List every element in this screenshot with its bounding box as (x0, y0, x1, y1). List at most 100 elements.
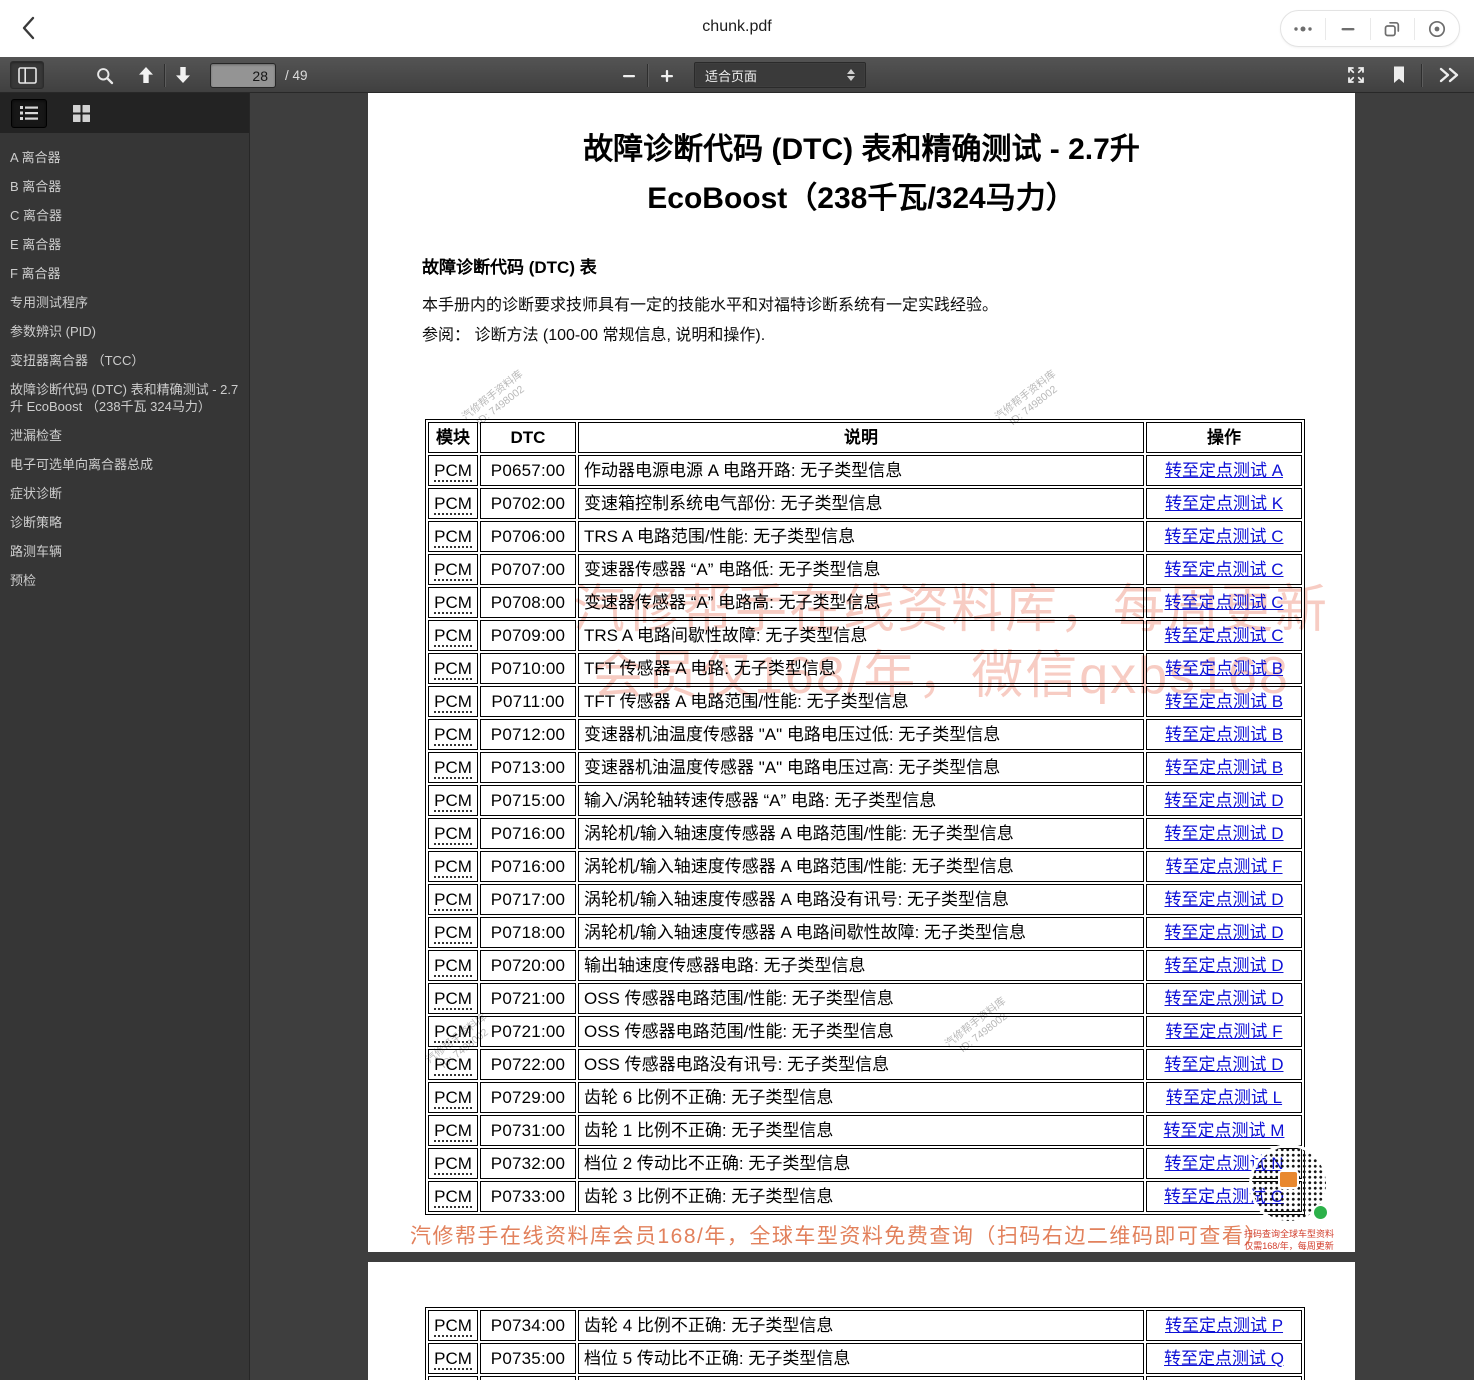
pinpoint-test-link[interactable]: 转至定点测试 D (1165, 1055, 1284, 1074)
pinpoint-test-link[interactable]: 转至定点测试 C (1165, 593, 1284, 612)
zoom-out-button[interactable] (619, 67, 639, 84)
divider (1421, 64, 1422, 87)
module-link[interactable]: PCM (434, 725, 472, 746)
module-link[interactable]: PCM (434, 956, 472, 977)
qr-center-logo (1278, 1170, 1299, 1189)
pinpoint-test-link[interactable]: 转至定点测试 D (1165, 890, 1284, 909)
sidebar-item[interactable]: 变扭器离合器 （TCC） (0, 346, 249, 375)
sidebar-item[interactable]: C 离合器 (0, 201, 249, 230)
pinpoint-test-link[interactable]: 转至定点测试 C (1165, 527, 1284, 546)
module-link[interactable]: PCM (434, 1154, 472, 1175)
module-link[interactable]: PCM (434, 791, 472, 812)
pinpoint-test-link[interactable]: 转至定点测试 P (1165, 1316, 1283, 1335)
sidebar-toggle-button[interactable] (10, 61, 44, 89)
pinpoint-test-link[interactable]: 转至定点测试 A (1165, 461, 1283, 480)
action-cell: 转至定点测试 L (1146, 1082, 1302, 1113)
module-link[interactable]: PCM (434, 527, 472, 548)
module-cell: PCM (428, 785, 478, 816)
module-cell: PCM (428, 1148, 478, 1179)
previous-page-button[interactable] (136, 65, 156, 85)
pinpoint-test-link[interactable]: 转至定点测试 F (1165, 1022, 1282, 1041)
sidebar-item[interactable]: E 离合器 (0, 230, 249, 259)
module-link[interactable]: PCM (434, 857, 472, 878)
minimize-button[interactable] (1326, 11, 1370, 46)
sidebar-item[interactable]: B 离合器 (0, 172, 249, 201)
action-cell: 转至定点测试 Q (1146, 1343, 1302, 1374)
dtc-description: 变速器机油温度传感器 "A" 电路电压过低: 无子类型信息 (578, 719, 1144, 750)
restore-window-button[interactable] (1371, 11, 1415, 46)
pinpoint-test-link[interactable]: 转至定点测试 L (1166, 1088, 1282, 1107)
dtc-description: 变速器机油温度传感器 "A" 电路电压过高: 无子类型信息 (578, 752, 1144, 783)
sidebar-item[interactable]: 专用测试程序 (0, 288, 249, 317)
module-link[interactable]: PCM (434, 659, 472, 680)
dtc-description: 档位 5 传动比不正确: 无子类型信息 (578, 1343, 1144, 1374)
search-button[interactable] (94, 65, 116, 86)
column-header: 模块 (428, 422, 478, 453)
pinpoint-test-link[interactable]: 转至定点测试 D (1165, 989, 1284, 1008)
sidebar-item[interactable]: 诊断策略 (0, 508, 249, 537)
pinpoint-test-link[interactable]: 转至定点测试 B (1165, 659, 1283, 678)
module-link[interactable]: PCM (434, 1316, 472, 1337)
sidebar-item[interactable]: 参数辨识 (PID) (0, 317, 249, 346)
sidebar-item[interactable]: 故障诊断代码 (DTC) 表和精确测试 - 2.7升 EcoBoost （238… (0, 375, 249, 421)
sidebar-item[interactable]: A 离合器 (0, 143, 249, 172)
bookmark-button[interactable] (1389, 64, 1409, 86)
module-link[interactable]: PCM (434, 758, 472, 779)
action-cell: 转至定点测试 F (1146, 851, 1302, 882)
module-link[interactable]: PCM (434, 923, 472, 944)
next-page-button[interactable] (173, 65, 193, 85)
pinpoint-test-link[interactable]: 转至定点测试 M (1164, 1121, 1285, 1140)
dtc-code: P0717:00 (480, 884, 576, 915)
module-link[interactable]: PCM (434, 1022, 472, 1043)
pinpoint-test-link[interactable]: 转至定点测试 F (1165, 857, 1282, 876)
dtc-description: 变速器传感器 “A” 电路低: 无子类型信息 (578, 554, 1144, 585)
pinpoint-test-link[interactable]: 转至定点测试 D (1165, 956, 1284, 975)
pinpoint-test-link[interactable]: 转至定点测试 D (1165, 824, 1284, 843)
close-button[interactable] (1415, 11, 1459, 46)
sidebar-item[interactable]: F 离合器 (0, 259, 249, 288)
module-cell: PCM (428, 1343, 478, 1374)
pinpoint-test-link[interactable]: 转至定点测试 B (1165, 692, 1283, 711)
dtc-code: P0721:00 (480, 983, 576, 1014)
module-link[interactable]: PCM (434, 461, 472, 482)
zoom-select[interactable]: 适合页面 (694, 62, 866, 88)
module-link[interactable]: PCM (434, 1121, 472, 1142)
sidebar-item[interactable]: 电子可选单向离合器总成 (0, 450, 249, 479)
more-options-button[interactable] (1281, 11, 1325, 46)
module-link[interactable]: PCM (434, 1088, 472, 1109)
sidebar-item[interactable]: 泄漏检查 (0, 421, 249, 450)
dtc-description: 作动器电源电源 A 电路开路: 无子类型信息 (578, 455, 1144, 486)
module-link[interactable]: PCM (434, 1055, 472, 1076)
toolbar-more-button[interactable] (1436, 65, 1462, 85)
module-cell: PCM (428, 1181, 478, 1212)
pinpoint-test-link[interactable]: 转至定点测试 B (1165, 758, 1283, 777)
dtc-code: P0713:00 (480, 752, 576, 783)
pinpoint-test-link[interactable]: 转至定点测试 C (1165, 626, 1284, 645)
module-link[interactable]: PCM (434, 1187, 472, 1208)
module-link[interactable]: PCM (434, 824, 472, 845)
pinpoint-test-link[interactable]: 转至定点测试 D (1165, 923, 1284, 942)
module-link[interactable]: PCM (434, 890, 472, 911)
presentation-mode-button[interactable] (1344, 64, 1367, 86)
sidebar-item[interactable]: 症状诊断 (0, 479, 249, 508)
zoom-in-button[interactable] (657, 67, 677, 84)
module-link[interactable]: PCM (434, 989, 472, 1010)
page-number-input[interactable] (210, 63, 276, 88)
paragraph: 参阅： 诊断方法 (100-00 常规信息, 说明和操作). (422, 321, 765, 345)
module-link[interactable]: PCM (434, 1349, 472, 1370)
pinpoint-test-link[interactable]: 转至定点测试 K (1165, 494, 1283, 513)
module-link[interactable]: PCM (434, 494, 472, 515)
pinpoint-test-link[interactable]: 转至定点测试 C (1165, 560, 1284, 579)
module-link[interactable]: PCM (434, 560, 472, 581)
sidebar-item[interactable]: 路测车辆 (0, 537, 249, 566)
pinpoint-test-link[interactable]: 转至定点测试 D (1165, 791, 1284, 810)
thumbnails-view-button[interactable] (63, 99, 99, 128)
module-link[interactable]: PCM (434, 626, 472, 647)
outline-view-button[interactable] (11, 99, 47, 128)
module-link[interactable]: PCM (434, 593, 472, 614)
sidebar-item[interactable]: 预检 (0, 566, 249, 595)
pdf-page-28: 汽修帮手在线资料库，每周更新 会员仅168/年，微信qxbs168 汽修帮手资料… (368, 93, 1355, 1252)
pinpoint-test-link[interactable]: 转至定点测试 B (1165, 725, 1283, 744)
pinpoint-test-link[interactable]: 转至定点测试 Q (1164, 1349, 1284, 1368)
module-link[interactable]: PCM (434, 692, 472, 713)
